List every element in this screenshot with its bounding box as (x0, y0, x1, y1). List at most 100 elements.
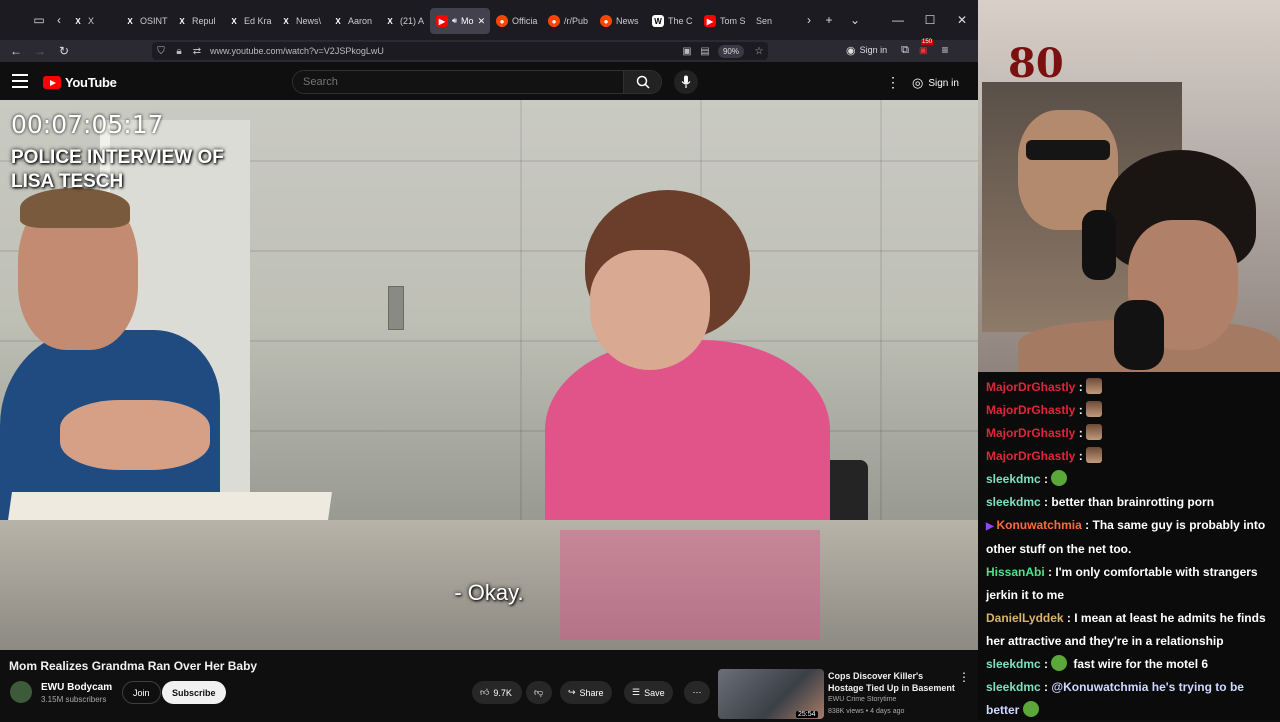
audio-playing-icon[interactable]: 🔊︎ (452, 16, 457, 26)
account-signin[interactable]: ◉ Sign in ⧉ ▣ 150 ≡ (846, 38, 949, 57)
subscribe-button[interactable]: Subscribe (162, 681, 226, 704)
browser-tab[interactable]: ▶ Tom S (698, 8, 750, 34)
face-emote (1086, 447, 1103, 463)
save-button[interactable]: ☰ Save (624, 681, 673, 704)
share-label: Share (579, 687, 604, 698)
tab-scroll-left-icon[interactable]: ‹ (52, 0, 66, 40)
tab-label: Repul (192, 16, 216, 26)
browser-tab[interactable]: W The C (646, 8, 698, 34)
chat-username[interactable]: sleekdmc (986, 680, 1041, 694)
close-window-icon[interactable]: ✕ (946, 0, 978, 40)
chat-username[interactable]: MajorDrGhastly (986, 449, 1075, 463)
close-tab-icon[interactable]: ✕ (478, 16, 486, 27)
maximize-icon[interactable]: ☐ (914, 0, 946, 40)
x-icon: X (335, 16, 341, 26)
channel-name[interactable]: EWU Bodycam (41, 682, 112, 693)
search-input[interactable] (293, 71, 623, 93)
recommended-more-icon[interactable]: ⋮ (958, 670, 970, 684)
chat-separator: : (1075, 380, 1087, 394)
youtube-signin-label: Sign in (928, 77, 959, 89)
chat-username[interactable]: MajorDrGhastly (986, 403, 1075, 417)
hamburger-menu-icon[interactable] (12, 74, 28, 88)
chat-username[interactable]: Konuwatchmia (996, 518, 1081, 532)
forward-icon[interactable]: → (28, 40, 52, 62)
chat-username[interactable]: MajorDrGhastly (986, 380, 1075, 394)
browser-tab[interactable]: ● /r/Pub (542, 8, 594, 34)
browser-tab[interactable]: X News\ (274, 8, 326, 34)
browser-tab[interactable]: X Repul (170, 8, 222, 34)
channel-avatar[interactable] (10, 681, 32, 703)
video-overlay-title-line2: LISA TESCH (11, 171, 124, 192)
search-icon (636, 75, 650, 89)
x-icon: X (387, 16, 393, 26)
x-icon: X (75, 16, 81, 26)
permissions-icon[interactable]: ⇄ (188, 46, 206, 57)
picture-in-picture-icon[interactable]: ▣ (678, 46, 696, 57)
chat-username[interactable]: sleekdmc (986, 472, 1041, 486)
browser-tab[interactable]: ● Officia (490, 8, 542, 34)
browser-tab[interactable]: XX (66, 8, 118, 34)
youtube-logo[interactable]: YouTube (43, 75, 117, 90)
browser-tab[interactable]: ● News (594, 8, 646, 34)
join-button[interactable]: Join (122, 681, 161, 704)
video-papers (8, 492, 332, 520)
video-officer-hands (60, 400, 210, 470)
microphone-icon (681, 75, 691, 88)
tab-scroll-right-icon[interactable]: › (802, 0, 816, 40)
tab-label: Ed Kra (244, 16, 272, 26)
chat-username[interactable]: DanielLyddek (986, 611, 1064, 625)
extensions-icon[interactable]: ⧉ (901, 44, 909, 57)
url-bar[interactable]: ⛉ 🔒︎ ⇄ www.youtube.com/watch?v=V2JSPkogL… (152, 42, 768, 60)
reader-view-icon[interactable]: ▤ (696, 46, 714, 57)
recommended-channel[interactable]: EWU Crime Storytime (828, 696, 896, 703)
menu-icon[interactable]: ≡ (942, 43, 949, 57)
chat-message: MajorDrGhastly : (986, 399, 1272, 422)
tab-overview-icon[interactable]: ▭ (26, 0, 52, 40)
url-text[interactable]: www.youtube.com/watch?v=V2JSPkogLwU (210, 46, 678, 56)
browser-tab[interactable]: X (21) A (378, 8, 430, 34)
extension-badge[interactable]: ▣ 150 (919, 38, 934, 56)
chat-text: better than brainrotting porn (1051, 495, 1215, 509)
recommended-title[interactable]: Cops Discover Killer's Hostage Tied Up i… (828, 670, 958, 694)
reload-icon[interactable]: ↻ (52, 40, 76, 62)
dislike-button[interactable]: 👎︎ (526, 681, 552, 704)
shield-icon[interactable]: ⛉ (152, 46, 170, 57)
zoom-level[interactable]: 90% (717, 44, 744, 58)
chat-message: DanielLyddek : I mean at least he admits… (986, 607, 1272, 653)
youtube-logo-text: YouTube (65, 75, 117, 90)
youtube-signin-button[interactable]: ◎ Sign in (912, 75, 959, 91)
more-horizontal-icon: ⋯ (692, 687, 702, 697)
share-button[interactable]: ↪ Share (560, 681, 612, 704)
user-circle-icon: ◎ (912, 75, 924, 90)
chat-separator: : (1044, 565, 1056, 579)
chat-username[interactable]: HissanAbi (986, 565, 1045, 579)
browser-tab[interactable]: ▶ 🔊︎ Mo ✕ (430, 8, 490, 34)
chat-text: fast wire for the motel 6 (1073, 657, 1209, 671)
chat-username[interactable]: sleekdmc (986, 657, 1041, 671)
back-icon[interactable]: ← (4, 40, 28, 62)
browser-tab[interactable]: X Aaron (326, 8, 378, 34)
chat-separator: : (1075, 403, 1087, 417)
browser-tab[interactable]: X OSINT (118, 8, 170, 34)
chat-message: sleekdmc : better than brainrotting porn (986, 491, 1272, 514)
voice-search-button[interactable] (674, 70, 698, 94)
chat-username[interactable]: MajorDrGhastly (986, 426, 1075, 440)
tab-label: Aaron (348, 16, 373, 26)
bookmark-star-icon[interactable]: ☆ (750, 46, 768, 57)
browser-tab[interactable]: X Ed Kra (222, 8, 274, 34)
new-tab-icon[interactable]: + (816, 0, 842, 40)
chat-message: sleekdmc : (986, 468, 1272, 491)
chat-message: MajorDrGhastly : (986, 445, 1272, 468)
like-button[interactable]: 👍︎ 9.7K (472, 681, 522, 704)
chat-username[interactable]: sleekdmc (986, 495, 1041, 509)
streamer-microphone (1114, 300, 1164, 370)
lock-icon[interactable]: 🔒︎ (170, 46, 188, 57)
minimize-icon[interactable]: — (882, 0, 914, 40)
search-button[interactable] (623, 71, 661, 93)
settings-kebab-icon[interactable]: ⋮ (886, 74, 900, 91)
frog-emote (1051, 470, 1068, 486)
list-tabs-icon[interactable]: ⌄ (842, 0, 868, 40)
more-actions-button[interactable]: ⋯ (684, 681, 710, 704)
browser-tab[interactable]: Sen (750, 8, 802, 34)
video-player[interactable]: 00:07:05:17 POLICE INTERVIEW OF LISA TES… (0, 100, 978, 650)
